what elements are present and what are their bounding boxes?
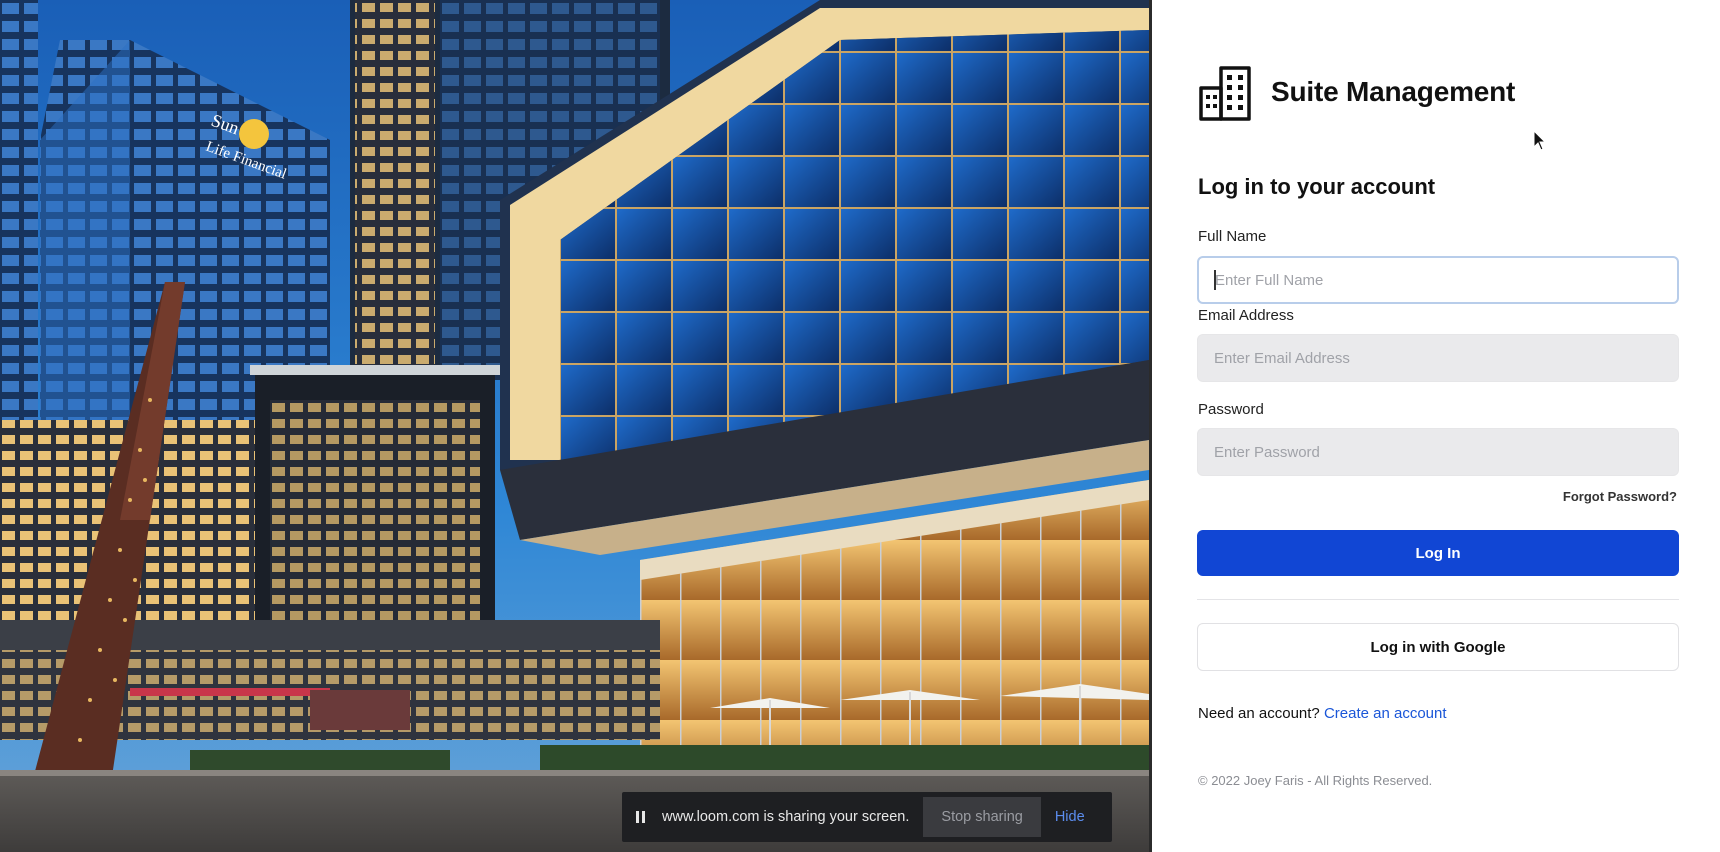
email-label: Email Address: [1198, 307, 1294, 324]
divider: [1197, 599, 1679, 600]
brand-name: Suite Management: [1271, 76, 1516, 107]
signup-prompt-text: Need an account?: [1198, 705, 1320, 722]
forgot-password-link[interactable]: Forgot Password?: [1563, 489, 1677, 504]
text-caret: [1214, 270, 1216, 290]
login-panel: Suite Management Log in to your account …: [1149, 0, 1720, 852]
screen-share-message: www.loom.com is sharing your screen.: [662, 809, 910, 825]
password-input[interactable]: [1197, 428, 1679, 476]
screen-share-bar: www.loom.com is sharing your screen. Sto…: [622, 792, 1112, 842]
hero-photo: Sun Life Financial: [0, 0, 1149, 852]
copyright-text: © 2022 Joey Faris - All Rights Reserved.: [1198, 773, 1433, 788]
login-button[interactable]: Log In: [1197, 530, 1679, 576]
google-login-button[interactable]: Log in with Google: [1197, 623, 1679, 671]
email-input[interactable]: [1197, 334, 1679, 382]
mouse-cursor-icon: [1533, 130, 1547, 151]
stop-sharing-button[interactable]: Stop sharing: [923, 797, 1041, 837]
pause-icon[interactable]: [636, 809, 650, 825]
password-label: Password: [1198, 401, 1264, 418]
full-name-input[interactable]: [1197, 256, 1679, 304]
login-page: Sun Life Financial Suite Management Log …: [0, 0, 1720, 852]
signup-prompt: Need an account? Create an account: [1198, 705, 1447, 722]
building-icon: [1199, 66, 1251, 121]
create-account-link[interactable]: Create an account: [1324, 705, 1447, 722]
brand: Suite Management: [1197, 62, 1515, 122]
full-name-label: Full Name: [1198, 228, 1267, 245]
hide-share-bar-button[interactable]: Hide: [1055, 809, 1085, 825]
page-title: Log in to your account: [1198, 174, 1436, 199]
